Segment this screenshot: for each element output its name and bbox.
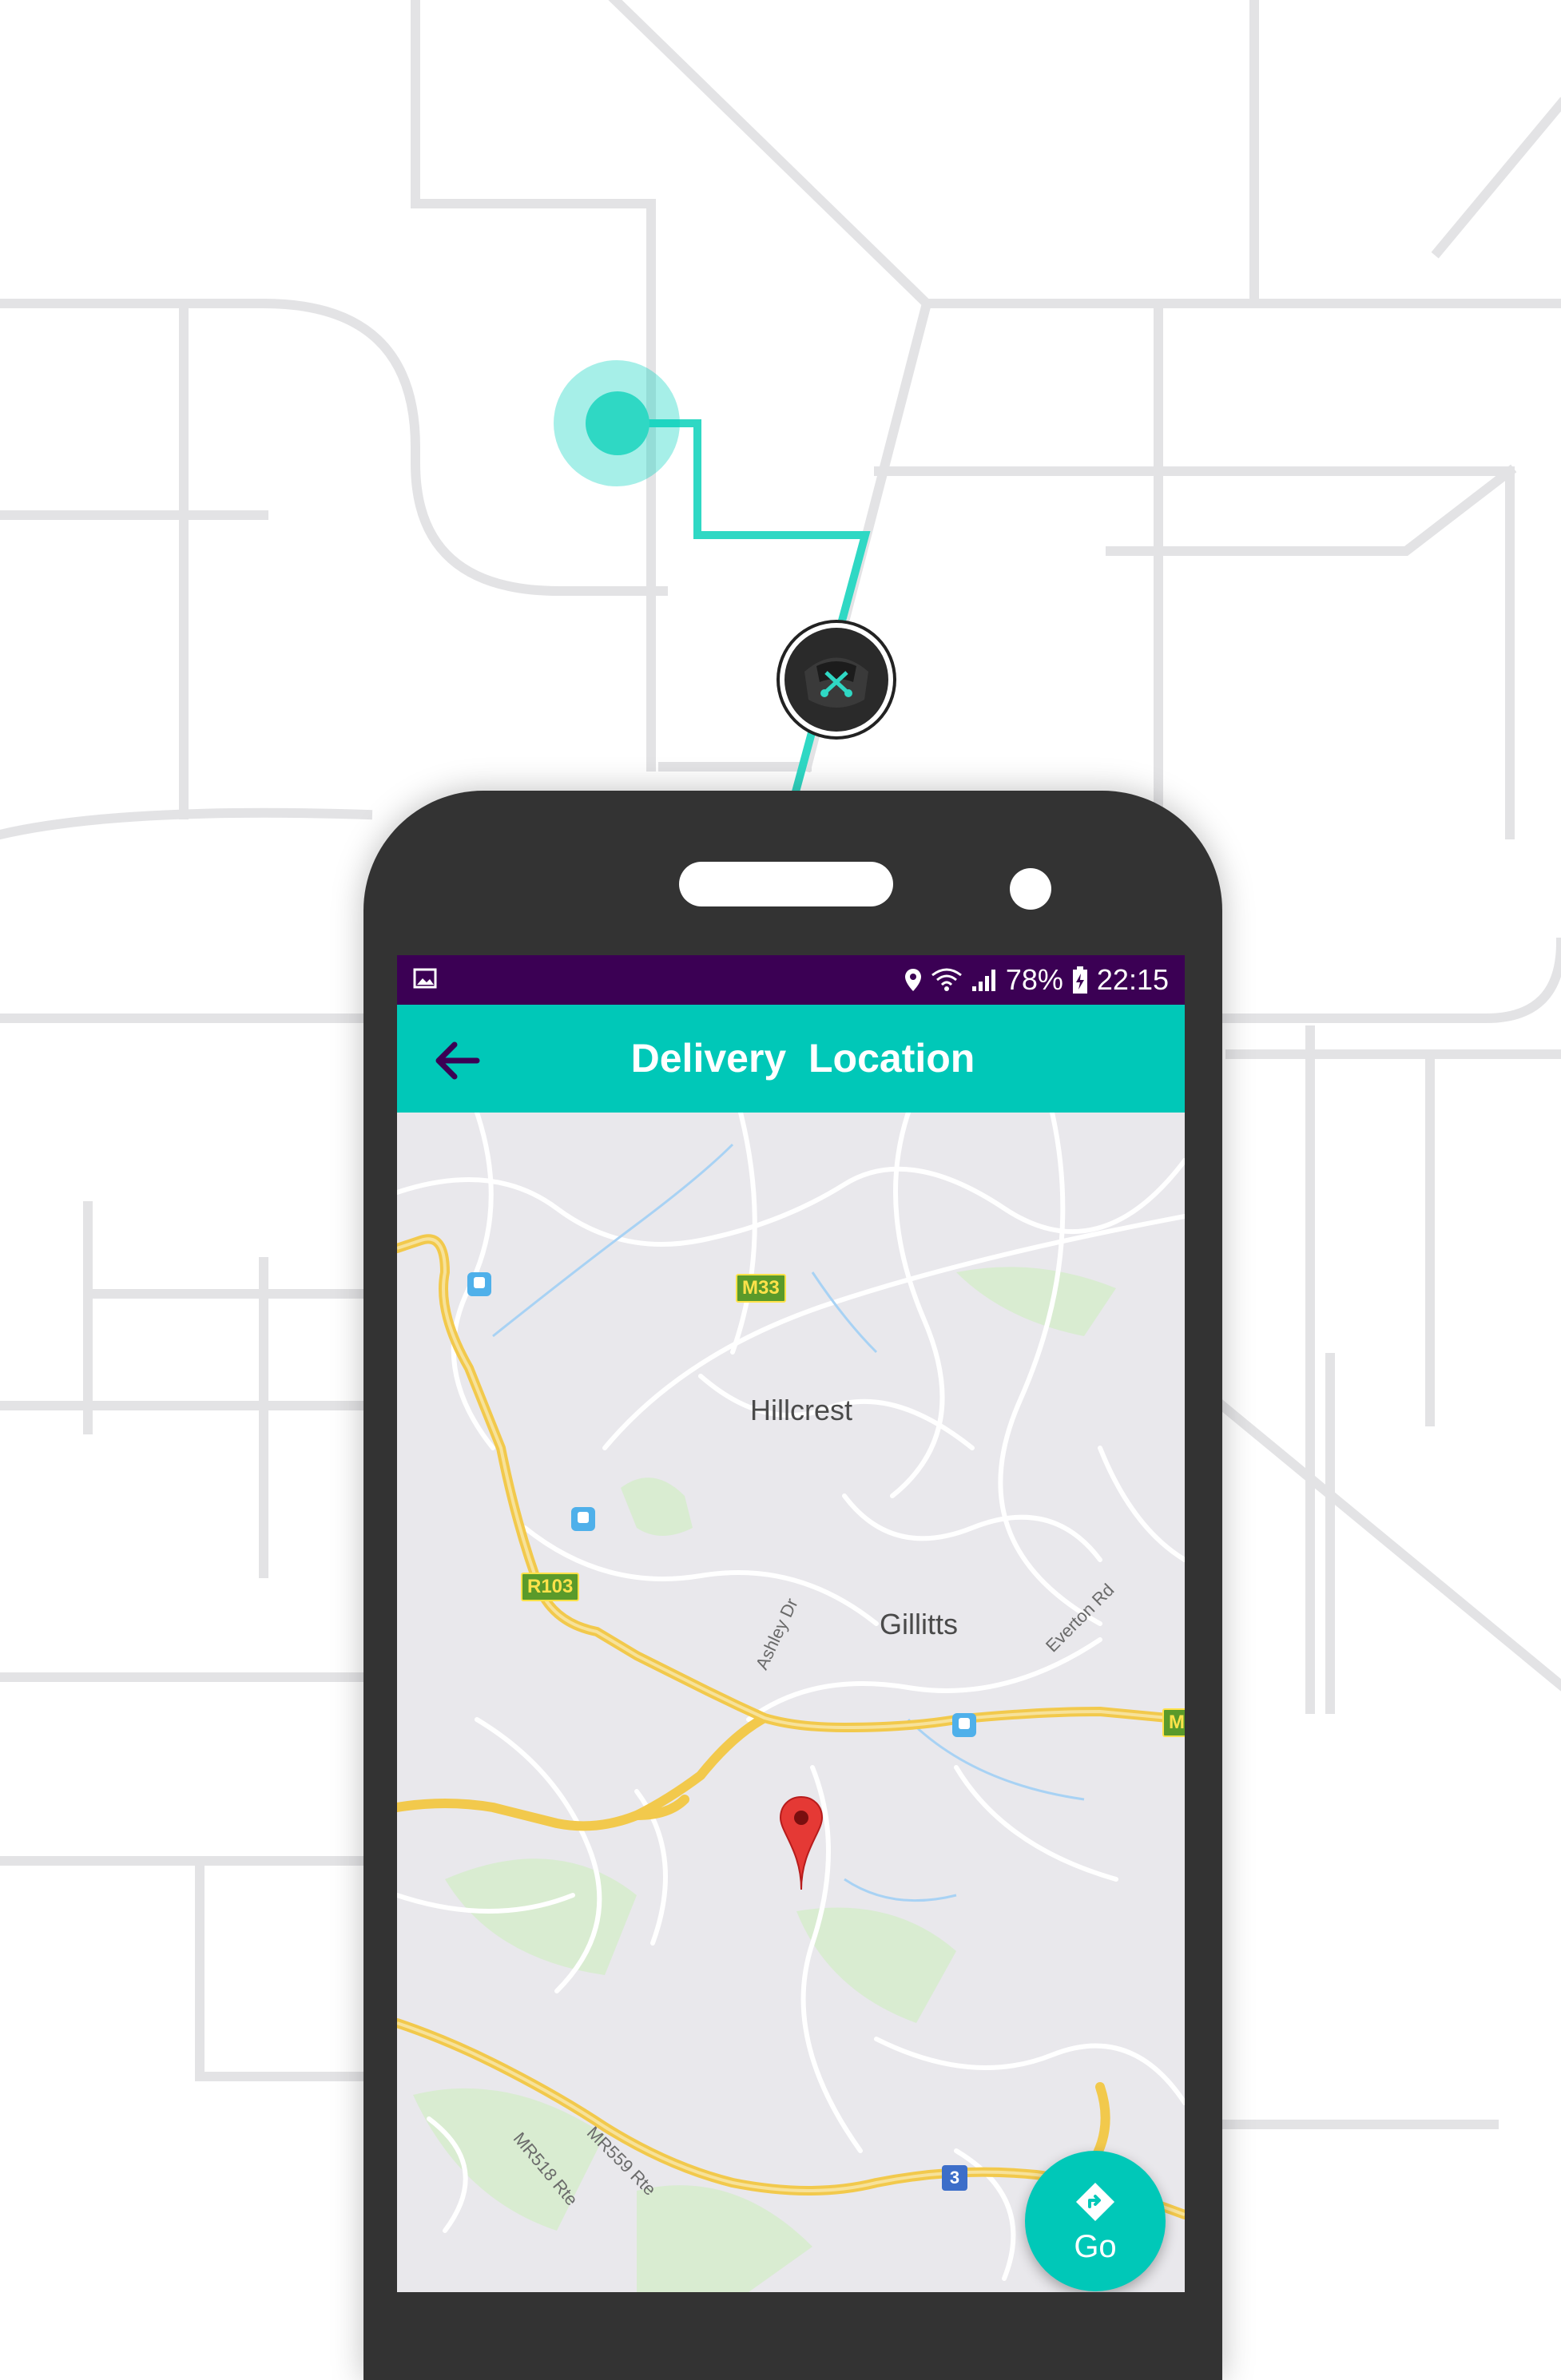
map-pin-icon[interactable]: [779, 1795, 824, 1891]
app-screen: 78% 22:15 Delivery Location Hillcrest Gi…: [397, 955, 1185, 2292]
battery-charging-icon: [1072, 966, 1087, 994]
route-shield-m: M: [1162, 1708, 1185, 1737]
location-icon: [904, 969, 921, 991]
phone-speaker: [679, 862, 893, 906]
transit-station-icon[interactable]: [952, 1713, 976, 1737]
signal-icon: [971, 970, 995, 991]
status-bar: 78% 22:15: [397, 955, 1185, 1005]
route-shield-m33: M33: [736, 1274, 786, 1303]
go-button[interactable]: Go: [1025, 2151, 1166, 2291]
route-shield-3: 3: [942, 2165, 967, 2191]
place-label-gillitts: Gillitts: [880, 1608, 958, 1640]
app-bar: Delivery Location: [397, 1005, 1185, 1113]
transit-station-icon[interactable]: [467, 1272, 491, 1296]
go-label: Go: [1074, 2229, 1117, 2264]
image-notification-icon: [413, 968, 437, 989]
wifi-icon: [931, 968, 962, 991]
route-shield-r103: R103: [521, 1573, 580, 1601]
phone-camera: [1010, 868, 1051, 910]
delivery-driver-icon: [780, 623, 893, 736]
transit-station-icon[interactable]: [571, 1507, 595, 1531]
place-label-hillcrest: Hillcrest: [750, 1394, 853, 1426]
clock: 22:15: [1096, 963, 1169, 996]
location-pulse-dot: [586, 391, 649, 455]
battery-percent: 78%: [1005, 963, 1063, 996]
map-view[interactable]: Hillcrest Gillitts Ashley Dr Everton Rd …: [397, 1113, 1185, 2292]
directions-icon: [1075, 2182, 1115, 2222]
page-title: Delivery Location: [630, 1036, 975, 1081]
